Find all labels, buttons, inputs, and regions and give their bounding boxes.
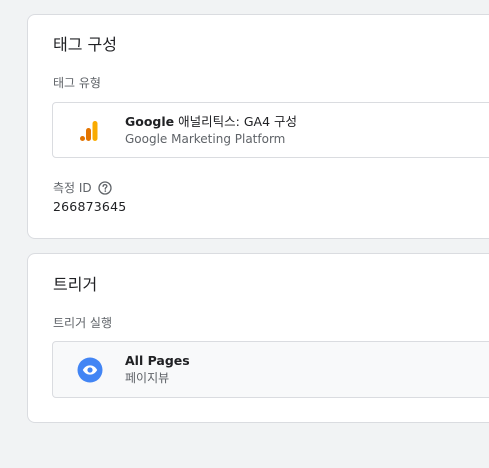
- help-circle-icon[interactable]: [98, 180, 112, 195]
- tag-configuration-title: 태그 구성: [53, 35, 117, 54]
- measurement-id-label: 측정 ID: [53, 181, 92, 195]
- trigger-item-all-pages[interactable]: All Pages 페이지뷰: [52, 341, 489, 398]
- tag-type-vendor: Google Marketing Platform: [125, 132, 286, 146]
- eye-icon: [77, 357, 103, 383]
- tag-type-name-brand: Google: [125, 114, 175, 129]
- trigger-name: All Pages: [125, 353, 190, 369]
- tag-type-selector[interactable]: Google 애널리틱스: GA4 구성 Google Marketing Pl…: [52, 102, 489, 158]
- triggering-card: 트리거 트리거 실행 All Pages 페이지뷰: [27, 253, 489, 423]
- measurement-id-value: 266873645: [53, 199, 127, 214]
- google-analytics-icon: [77, 118, 103, 144]
- triggering-title: 트리거: [53, 275, 98, 294]
- trigger-name-text: All Pages: [125, 353, 190, 368]
- measurement-id-label-row: 측정 ID: [53, 179, 112, 196]
- tag-type-name-product: 애널리틱스: GA4 구성: [178, 114, 297, 129]
- tag-type-name: Google 애널리틱스: GA4 구성: [125, 114, 297, 130]
- trigger-type: 페이지뷰: [125, 371, 170, 385]
- tag-type-label: 태그 유형: [53, 76, 101, 90]
- tag-configuration-card: 태그 구성 태그 유형 Google 애널리틱스: GA4 구성 Google …: [27, 14, 489, 239]
- firing-triggers-label: 트리거 실행: [53, 316, 113, 330]
